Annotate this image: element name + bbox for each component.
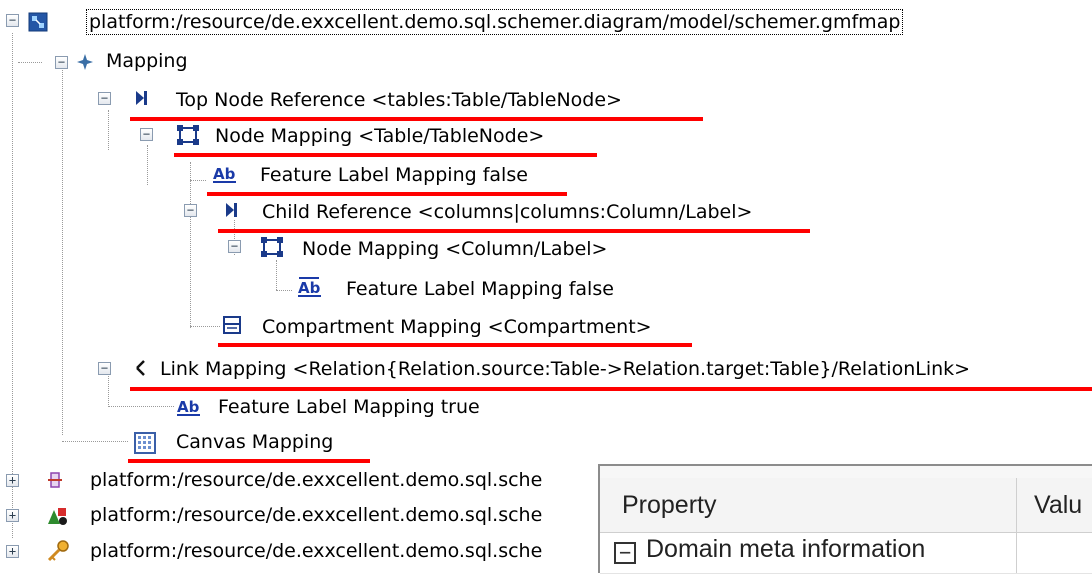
collapse-toggle[interactable]: − — [228, 240, 241, 253]
tree-guide-line — [190, 326, 220, 327]
reference-icon — [226, 203, 237, 217]
tooling-model-icon — [48, 508, 67, 525]
highlight-underline — [128, 459, 370, 463]
mapping-icon — [77, 54, 93, 70]
property-column-header[interactable]: Property — [622, 478, 716, 532]
tree-item-mapping[interactable]: Mapping — [106, 49, 188, 73]
group-collapse-toggle[interactable]: − — [614, 542, 636, 564]
tree-item-node-mapping-table[interactable]: Node Mapping <Table/TableNode> — [215, 124, 544, 148]
expand-toggle[interactable]: + — [6, 509, 19, 522]
tree-guide-line — [190, 162, 191, 328]
collapse-toggle[interactable]: − — [6, 14, 19, 27]
tree-item-resource[interactable]: platform:/resource/de.exxcellent.demo.sq… — [90, 503, 542, 527]
tree-item-child-reference[interactable]: Child Reference <columns|columns:Column/… — [262, 200, 752, 224]
svg-text:Ab: Ab — [177, 398, 200, 416]
tree-item-compartment-mapping[interactable]: Compartment Mapping <Compartment> — [262, 315, 652, 339]
tree-guide-line — [190, 180, 206, 181]
node-mapping-icon — [261, 237, 283, 257]
tree-item-canvas-mapping[interactable]: Canvas Mapping — [176, 430, 333, 454]
tree-guide-line — [108, 406, 174, 407]
tree-item-feature-label-mapping[interactable]: Feature Label Mapping false — [260, 163, 528, 187]
tree-guide-line — [18, 62, 42, 63]
highlight-underline — [218, 229, 810, 233]
collapse-toggle[interactable]: − — [98, 362, 111, 375]
highlight-underline — [130, 117, 703, 121]
tree-item-feature-label-mapping[interactable]: Feature Label Mapping false — [346, 277, 614, 301]
compartment-icon — [223, 316, 241, 334]
tree-item-feature-label-mapping[interactable]: Feature Label Mapping true — [218, 395, 480, 419]
feature-label-icon: Ab — [177, 398, 200, 416]
tree-guide-line — [62, 70, 63, 435]
value-column-header[interactable]: Valu — [1034, 478, 1082, 532]
properties-header: Property Valu — [600, 478, 1092, 533]
link-mapping-icon — [136, 360, 145, 376]
tree-item-node-mapping-column[interactable]: Node Mapping <Column/Label> — [302, 237, 607, 261]
collapse-toggle[interactable]: − — [184, 204, 197, 217]
tree-guide-line — [108, 370, 109, 405]
feature-label-icon: Ab — [213, 165, 236, 183]
tree-item-link-mapping[interactable]: Link Mapping <Relation{Relation.source:T… — [160, 357, 970, 381]
svg-text:Ab: Ab — [213, 165, 236, 183]
tree-guide-line — [108, 110, 109, 150]
feature-label-icon: Ab — [298, 277, 321, 297]
key-icon — [47, 540, 69, 562]
diagram-model-icon — [28, 12, 48, 32]
tree-item-resource[interactable]: platform:/resource/de.exxcellent.demo.sq… — [90, 539, 542, 563]
highlight-underline — [130, 387, 1092, 391]
tree-item-resource[interactable]: platform:/resource/de.exxcellent.demo.sq… — [90, 468, 542, 492]
tree-guide-line — [276, 290, 292, 291]
property-group-row[interactable]: − Domain meta information — [600, 533, 1092, 574]
expand-toggle[interactable]: + — [6, 474, 19, 487]
tree-item-top-node-reference[interactable]: Top Node Reference <tables:Table/TableNo… — [176, 88, 622, 112]
collapse-toggle[interactable]: − — [98, 92, 111, 105]
tree-guide-line — [12, 33, 13, 538]
collapse-toggle[interactable]: − — [140, 128, 153, 141]
collapse-toggle[interactable]: − — [55, 56, 68, 69]
node-mapping-icon — [177, 125, 199, 145]
expand-toggle[interactable]: + — [6, 545, 19, 558]
canvas-mapping-icon — [134, 432, 156, 454]
root-resource-label[interactable]: platform:/resource/de.exxcellent.demo.sq… — [86, 9, 904, 35]
graph-model-icon — [48, 472, 62, 488]
highlight-underline — [218, 343, 692, 347]
svg-text:Ab: Ab — [298, 279, 321, 297]
reference-icon — [136, 91, 147, 105]
property-group-label: Domain meta information — [646, 535, 926, 563]
tree-guide-line — [62, 441, 128, 442]
highlight-underline — [174, 153, 597, 157]
properties-panel: Property Valu − Domain meta information — [598, 464, 1092, 574]
tree-guide-line — [276, 260, 277, 290]
tree-guide-line — [147, 145, 148, 185]
highlight-underline — [207, 192, 567, 196]
